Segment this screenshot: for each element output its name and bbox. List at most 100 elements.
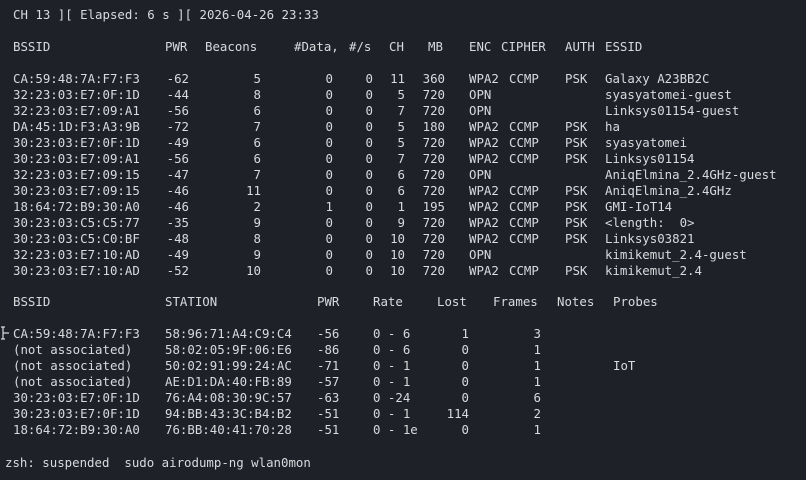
ap-cell-pwr: -48 [166, 231, 189, 246]
ap-cell-essid: GMI-IoT14 [605, 199, 673, 214]
ap-cell-data: 0 [325, 103, 333, 118]
station-table-row: (not associated) AE:D1:DA:40:FB:89 -57 0 - … [0, 374, 806, 390]
ap-cell-pwr: -46 [166, 183, 189, 198]
ap-cell-auth: PSK [565, 119, 588, 134]
ap-cell-rate: 0 [365, 87, 373, 102]
ap-cell-ch: 10 [390, 263, 405, 278]
station-header-station: STATION [165, 294, 218, 309]
ap-cell-enc: WPA2 [469, 71, 499, 86]
ap-cell-data: 0 [325, 247, 333, 262]
ap-table-row: DA:45:1D:F3:A3:9B -72 7 0 0 5 180 WPA2 CCMP PSK ha [0, 119, 806, 135]
ap-cell-beacons: 9 [253, 247, 261, 262]
station-cell-station: 76:BB:40:41:70:28 [165, 422, 292, 437]
ap-cell-ch: 10 [390, 247, 405, 262]
ap-cell-essid: Galaxy A23BB2C [605, 71, 710, 86]
ap-cell-enc: OPN [469, 247, 492, 262]
ap-cell-bssid: 18:64:72:B9:30:A0 [13, 199, 140, 214]
ap-cell-ch: 9 [397, 215, 405, 230]
ap-cell-rate: 0 [365, 215, 373, 230]
ap-cell-rate: 0 [365, 199, 373, 214]
ap-cell-beacons: 7 [253, 167, 261, 182]
ap-cell-cipher: CCMP [509, 135, 539, 150]
ap-table-row: 32:23:03:E7:09:A1 -56 6 0 0 7 720 OPN Linksys011… [0, 103, 806, 119]
ap-header-enc: ENC [469, 39, 492, 54]
station-table-row: (not associated) 50:02:91:99:24:AC -71 0 - … [0, 358, 806, 374]
ap-cell-auth: PSK [565, 183, 588, 198]
station-cell-station: 76:A4:08:30:9C:57 [165, 390, 292, 405]
ap-table-row: 30:23:03:C5:C5:77 -35 9 0 0 9 720 WPA2 CCMP PSK <l… [0, 215, 806, 231]
ap-cell-cipher: CCMP [509, 263, 539, 278]
ap-cell-mb: 720 [422, 247, 445, 262]
ap-cell-auth: PSK [565, 263, 588, 278]
ap-cell-mb: 195 [422, 199, 445, 214]
ap-cell-mb: 720 [422, 215, 445, 230]
ap-cell-mb: 720 [422, 135, 445, 150]
ap-cell-enc: WPA2 [469, 263, 499, 278]
station-table-row: 30:23:03:E7:0F:1D 76:A4:08:30:9C:57 -63 0 -… [0, 390, 806, 406]
ap-cell-ch: 7 [397, 151, 405, 166]
station-cell-pwr: -51 [317, 406, 340, 421]
ap-cell-auth: PSK [565, 135, 588, 150]
ap-cell-mb: 720 [422, 87, 445, 102]
ap-cell-mb: 720 [422, 151, 445, 166]
ap-cell-pwr: -49 [166, 247, 189, 262]
station-cell-station: 58:96:71:A4:C9:C4 [165, 326, 292, 341]
ap-cell-mb: 180 [422, 119, 445, 134]
ap-table-row: CA:59:48:7A:F7:F3 -62 5 0 0 11 360 WPA2 CCMP PSK G… [0, 71, 806, 87]
ap-header-rate: #/s [349, 39, 372, 54]
ap-cell-essid: AniqElmina_2.4GHz [605, 183, 732, 198]
ap-cell-pwr: -49 [166, 135, 189, 150]
station-header-notes: Notes [557, 294, 595, 309]
ap-cell-data: 0 [325, 215, 333, 230]
station-cell-lost: 0 [461, 422, 469, 437]
ap-table-row: 30:23:03:C5:C0:BF -48 8 0 0 10 720 WPA2 CCMP PSK L… [0, 231, 806, 247]
ap-cell-beacons: 6 [253, 151, 261, 166]
ap-cell-rate: 0 [365, 247, 373, 262]
ap-cell-data: 0 [325, 167, 333, 182]
terminal-window[interactable]: CH 13 ][ Elapsed: 6 s ][ 2026-04-26 23:3… [0, 0, 806, 480]
ap-cell-essid: Linksys01154-guest [605, 103, 740, 118]
station-cell-station: AE:D1:DA:40:FB:89 [165, 374, 292, 389]
ap-cell-beacons: 8 [253, 231, 261, 246]
ap-cell-pwr: -56 [166, 151, 189, 166]
station-cell-frames: 1 [533, 374, 541, 389]
ap-table-row: 30:23:03:E7:09:15 -46 11 0 0 6 720 WPA2 CCMP PSK A… [0, 183, 806, 199]
station-header-lost: Lost [437, 294, 467, 309]
ap-cell-enc: OPN [469, 103, 492, 118]
station-table-row: 18:64:72:B9:30:A0 76:BB:40:41:70:28 -51 0 -… [0, 422, 806, 438]
ap-cell-ch: 7 [397, 103, 405, 118]
ap-table-row: 30:23:03:E7:09:A1 -56 6 0 0 7 720 WPA2 CCMP PSK Li… [0, 151, 806, 167]
ap-cell-cipher: CCMP [509, 151, 539, 166]
station-cell-bssid: (not associated) [13, 358, 133, 373]
ap-cell-enc: WPA2 [469, 199, 499, 214]
ap-cell-bssid: 30:23:03:E7:10:AD [13, 263, 140, 278]
station-header-rate: Rate [373, 294, 403, 309]
station-cell-bssid: (not associated) [13, 374, 133, 389]
ap-cell-auth: PSK [565, 215, 588, 230]
ap-cell-data: 0 [325, 71, 333, 86]
ap-cell-beacons: 10 [246, 263, 261, 278]
ap-cell-data: 0 [325, 119, 333, 134]
ap-cell-rate: 0 [365, 103, 373, 118]
ap-cell-mb: 720 [422, 263, 445, 278]
ap-cell-cipher: CCMP [509, 199, 539, 214]
shell-prompt-line: zsh: suspended sudo airodump-ng wlan0mon [5, 455, 311, 470]
ap-cell-bssid: 30:23:03:E7:09:A1 [13, 151, 140, 166]
station-cell-frames: 6 [533, 390, 541, 405]
station-cell-lost: 0 [461, 374, 469, 389]
ap-cell-ch: 6 [397, 167, 405, 182]
ap-cell-data: 0 [325, 135, 333, 150]
ap-cell-enc: WPA2 [469, 135, 499, 150]
ap-table-row: 32:23:03:E7:0F:1D -44 8 0 0 5 720 OPN syasyatome… [0, 87, 806, 103]
ap-cell-essid: ha [605, 119, 620, 134]
station-cell-rate: 0 - 1 [373, 374, 411, 389]
ap-cell-rate: 0 [365, 263, 373, 278]
ap-cell-mb: 720 [422, 103, 445, 118]
ap-header-mb: MB [428, 39, 443, 54]
ap-cell-enc: OPN [469, 87, 492, 102]
station-cell-rate: 0 - 1 [373, 358, 411, 373]
ap-cell-data: 0 [325, 263, 333, 278]
ap-cell-essid: syasyatomei-guest [605, 87, 732, 102]
ap-cell-essid: Linksys03821 [605, 231, 695, 246]
ap-cell-ch: 6 [397, 183, 405, 198]
